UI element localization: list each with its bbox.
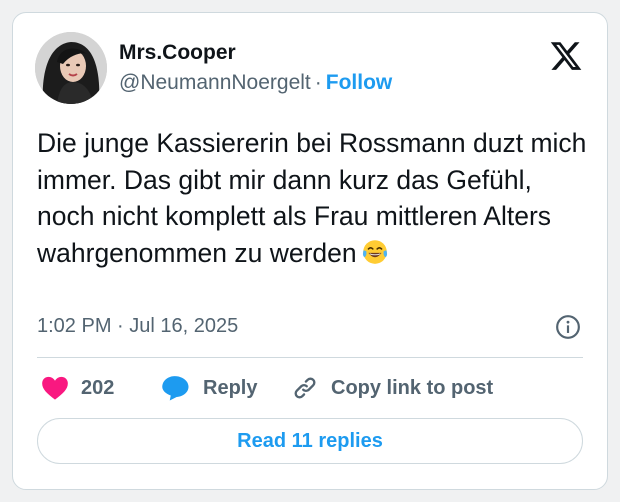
tears-of-joy-emoji xyxy=(362,239,387,264)
reply-button[interactable]: Reply xyxy=(161,373,257,403)
info-icon[interactable] xyxy=(555,314,581,340)
x-logo-icon[interactable] xyxy=(549,39,583,73)
like-count: 202 xyxy=(81,376,115,399)
tweet-text-block: Die junge Kassiererin bei Rossmann duzt … xyxy=(37,125,593,271)
tweet-card: Mrs.Cooper @NeumannNoergelt · Follow Die j… xyxy=(12,12,608,490)
copy-link-label: Copy link to post xyxy=(331,376,494,399)
read-replies-button[interactable]: Read 11 replies xyxy=(37,418,583,464)
action-bar: 202 Reply Copy link to post xyxy=(37,373,583,403)
copy-link-button[interactable]: Copy link to post xyxy=(291,373,493,403)
read-replies-label: Read 11 replies xyxy=(237,429,383,452)
timestamp[interactable]: 1:02 PM · Jul 16, 2025 xyxy=(37,315,238,338)
like-button[interactable]: 202 xyxy=(41,373,114,403)
link-icon xyxy=(294,377,316,399)
display-name[interactable]: Mrs.Cooper xyxy=(119,41,236,65)
heart-icon xyxy=(42,376,68,400)
user-handle[interactable]: @NeumannNoergelt xyxy=(119,71,311,94)
divider xyxy=(37,357,583,358)
follow-button[interactable]: Follow xyxy=(326,71,393,94)
avatar[interactable] xyxy=(35,32,107,104)
handle-row: @NeumannNoergelt · Follow xyxy=(119,71,392,95)
separator-dot: · xyxy=(314,71,322,94)
speech-bubble-icon xyxy=(162,376,189,401)
reply-label: Reply xyxy=(203,376,258,399)
tweet-text: Die junge Kassiererin bei Rossmann duzt … xyxy=(37,128,587,268)
